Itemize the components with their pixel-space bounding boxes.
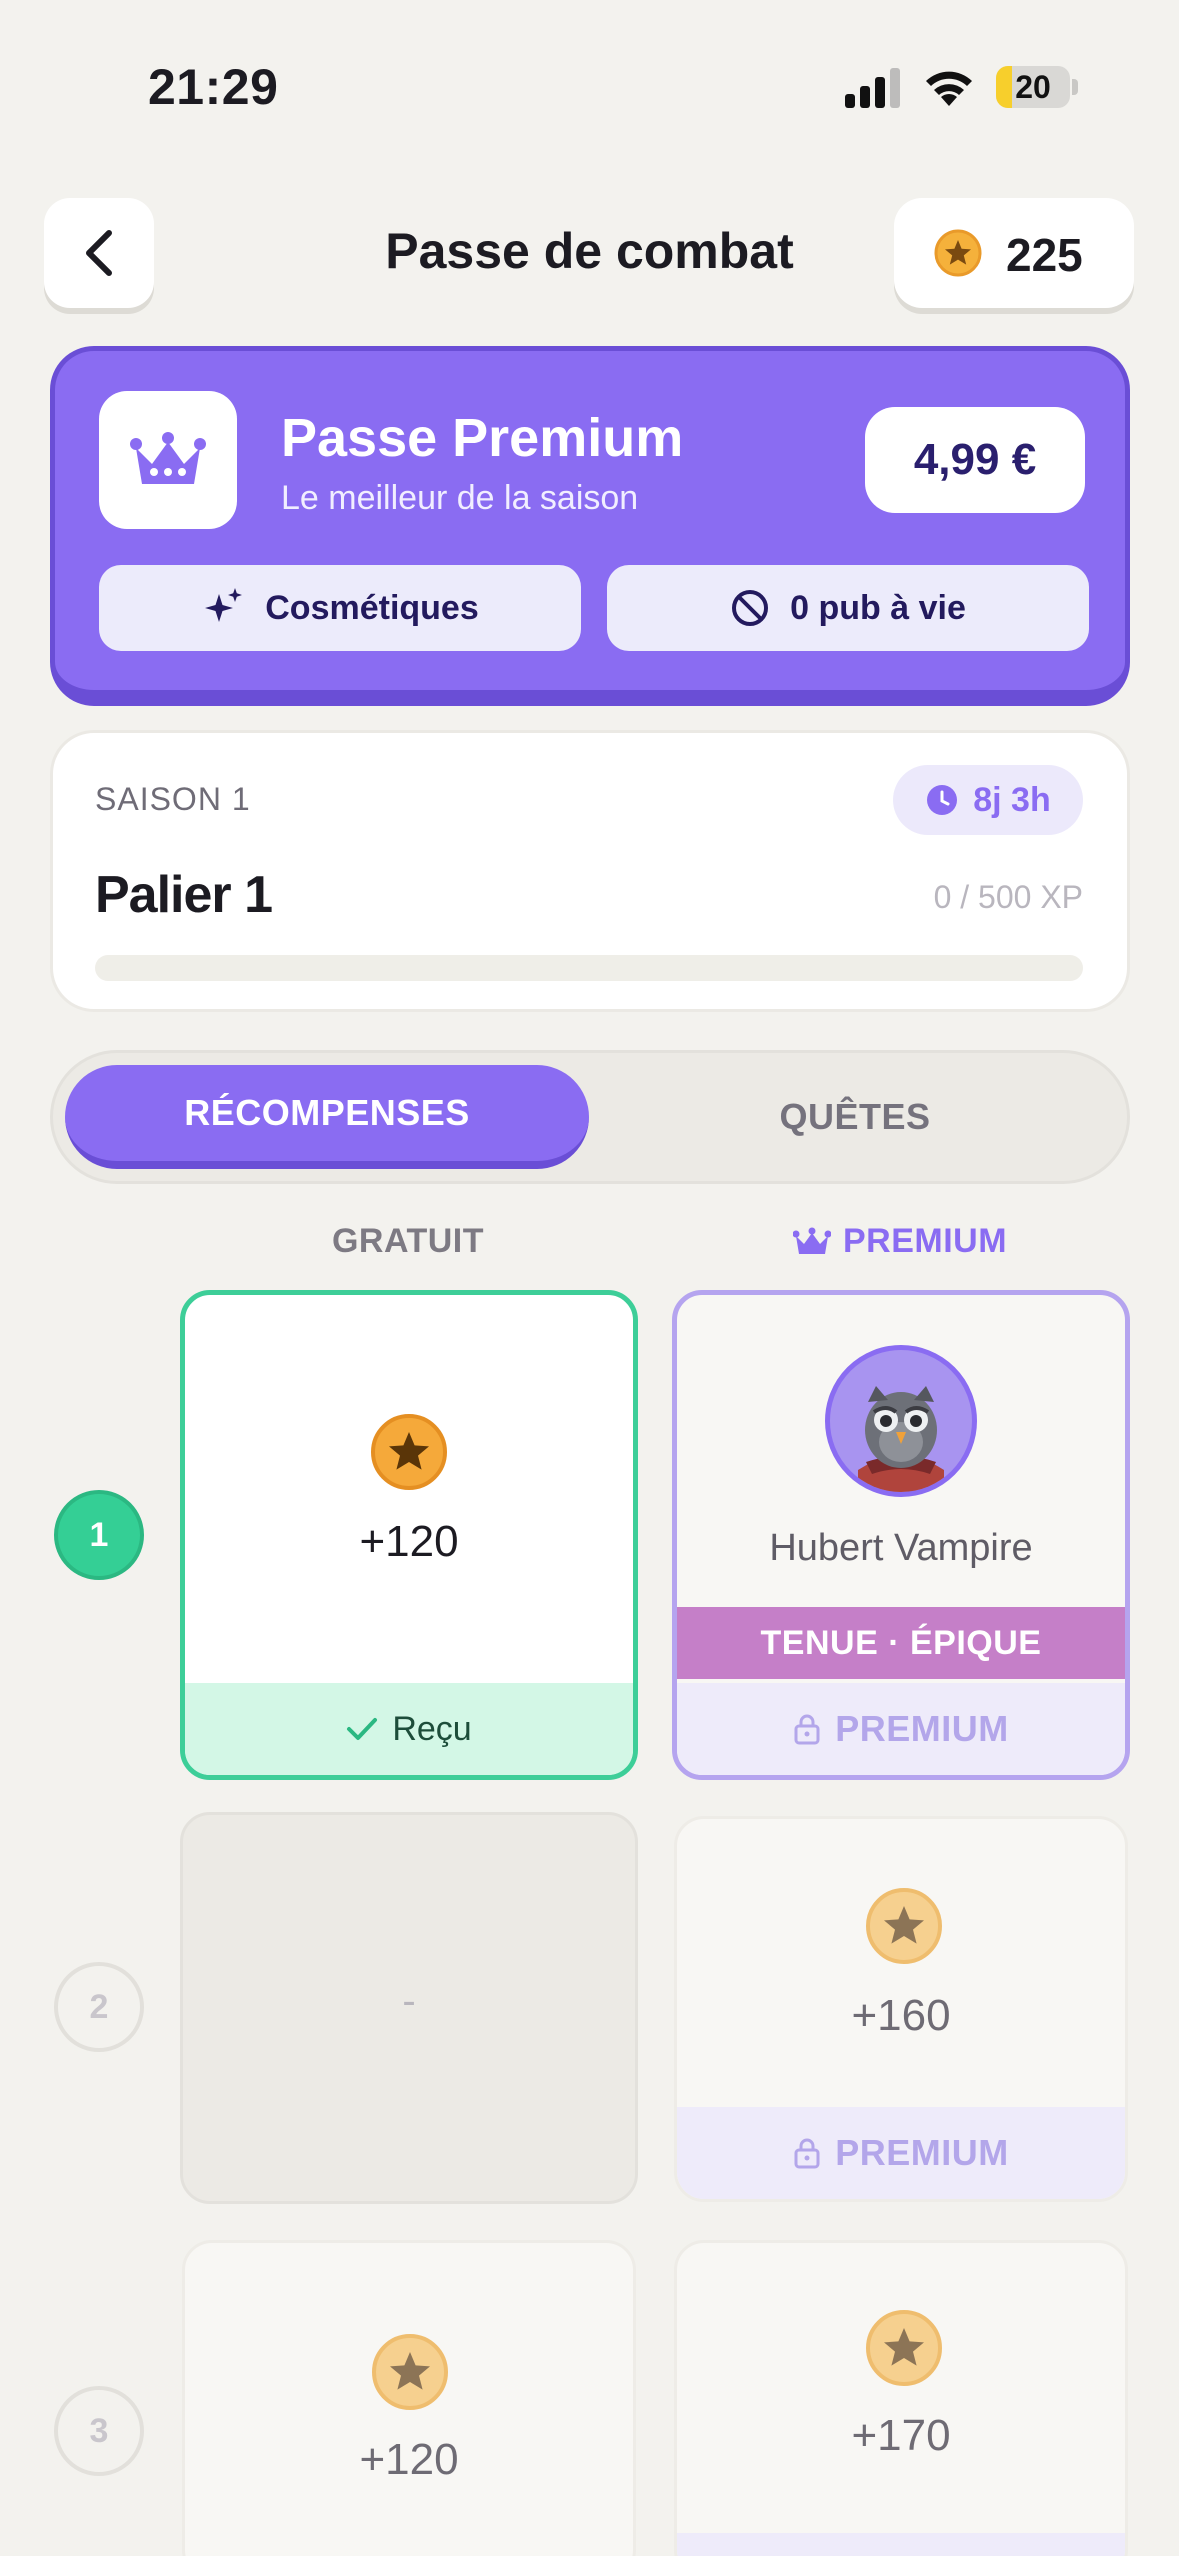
reward-amount: +120 [359, 2435, 459, 2484]
premium-lock-footer: PREMIUM [677, 1683, 1125, 1775]
reward-card-premium-tier-2[interactable]: +160 PREMIUM [674, 1816, 1128, 2202]
cellular-signal-icon [845, 68, 900, 108]
coin-balance-button[interactable]: 225 [894, 198, 1134, 308]
feature-label: Cosmétiques [265, 588, 479, 627]
owl-vampire-icon [858, 1386, 944, 1492]
reward-amount: +160 [851, 1991, 951, 2040]
sparkles-icon [205, 588, 243, 622]
coin-count: 225 [1006, 229, 1083, 281]
feature-label: 0 pub à vie [790, 588, 966, 627]
feature-no-ads: 0 pub à vie [607, 565, 1089, 651]
coin-icon [372, 2334, 448, 2410]
reward-amount: +170 [851, 2411, 951, 2460]
tier-badge-1: 1 [54, 1490, 144, 1580]
tab-rewards[interactable]: RÉCOMPENSES [65, 1065, 589, 1169]
empty-reward: - [402, 1979, 416, 2023]
premium-lock-footer: PREMIUM [677, 2107, 1125, 2199]
premium-lock-label: PREMIUM [835, 1708, 1009, 1749]
reward-card-free-tier-1[interactable]: +120 Reçu [180, 1290, 638, 1780]
column-header-premium-label: PREMIUM [842, 1222, 1008, 1260]
feature-cosmetics: Cosmétiques [99, 565, 581, 651]
tier-badge-3: 3 [54, 2386, 144, 2476]
coin-icon [371, 1414, 447, 1490]
premium-title: Passe Premium [281, 408, 684, 468]
crown-icon [130, 432, 206, 484]
premium-subtitle: Le meilleur de la saison [281, 479, 639, 517]
premium-lock-footer [677, 2533, 1125, 2556]
battery-icon: 20 [996, 66, 1078, 108]
received-label: Reçu [392, 1709, 472, 1748]
coin-icon [866, 1888, 942, 1964]
crown-tile [99, 391, 237, 529]
reward-card-premium-tier-1[interactable]: Hubert Vampire TENUE · ÉPIQUE PREMIUM [672, 1290, 1130, 1780]
reward-card-free-tier-2: - [180, 1812, 638, 2204]
avatar-hubert-vampire [825, 1345, 977, 1497]
tab-bar: RÉCOMPENSES QUÊTES [50, 1050, 1130, 1184]
battery-level: 20 [1015, 69, 1051, 105]
season-timer: 8j 3h [893, 765, 1083, 835]
crown-icon [792, 1227, 831, 1254]
reward-item-name: Hubert Vampire [769, 1527, 1033, 1569]
premium-lock-label: PREMIUM [835, 2132, 1009, 2173]
buy-premium-button[interactable]: 4,99 € [865, 407, 1085, 513]
premium-pass-card: Passe Premium Le meilleur de la saison 4… [50, 346, 1130, 706]
received-footer: Reçu [185, 1683, 633, 1775]
xp-progress-bar [95, 955, 1083, 981]
reward-card-premium-tier-3[interactable]: +170 [674, 2240, 1128, 2556]
timer-text: 8j 3h [973, 780, 1051, 819]
rarity-badge: TENUE · ÉPIQUE [677, 1607, 1125, 1679]
column-header-premium: PREMIUM [672, 1222, 1128, 1261]
tier-title: Palier 1 [95, 866, 273, 924]
lock-icon [794, 2138, 820, 2169]
check-icon [347, 1718, 378, 1740]
reward-amount: +120 [359, 1517, 459, 1566]
column-header-free: GRATUIT [331, 1222, 485, 1260]
tab-quests[interactable]: QUÊTES [593, 1065, 1117, 1169]
season-progress-card: SAISON 1 8j 3h Palier 1 0 / 500 XP [50, 730, 1130, 1012]
clock-icon [927, 785, 958, 815]
status-time: 21:29 [148, 59, 279, 115]
lock-icon [794, 1714, 820, 1745]
no-ads-icon [732, 590, 769, 626]
coin-icon [866, 2310, 942, 2386]
xp-progress-text: 0 / 500 XP [933, 879, 1083, 915]
wifi-icon [926, 71, 972, 106]
tier-badge-2: 2 [54, 1962, 144, 2052]
season-label: SAISON 1 [95, 781, 251, 817]
coin-icon [934, 229, 982, 277]
reward-card-free-tier-3[interactable]: +120 [182, 2240, 636, 2556]
